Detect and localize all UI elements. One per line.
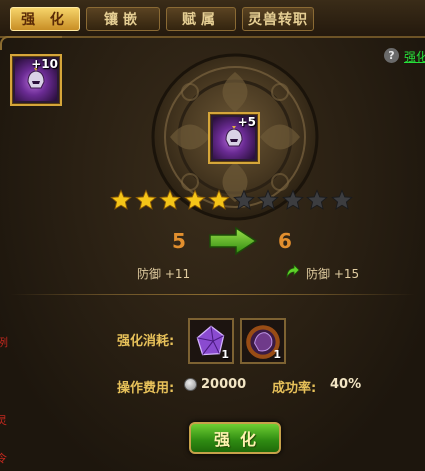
side-text: 令 [0, 452, 7, 465]
star-empty-icon [306, 189, 328, 210]
fee-value: 20000 [201, 377, 247, 392]
arrow-right-icon [209, 226, 258, 256]
next-stat: 防御 +15 [306, 267, 360, 281]
current-level: 5 [172, 229, 186, 253]
item-level: +5 [237, 115, 256, 129]
tab-bar: 强 化 镶嵌 赋属 灵兽转职 [0, 0, 425, 38]
helmet-icon [225, 126, 243, 147]
side-text: 例 [0, 336, 8, 349]
star-empty-icon [281, 189, 304, 210]
star-empty-icon [330, 189, 353, 210]
up-arrow-icon [286, 264, 300, 279]
star-filled-icon [208, 189, 230, 210]
star-filled-icon [110, 189, 132, 210]
equipped-item-slot[interactable]: +10 [10, 54, 62, 106]
star-filled-icon [134, 189, 157, 210]
star-rating [110, 189, 355, 211]
material-quantity: 1 [221, 348, 229, 361]
cost-label: 强化消耗: [117, 334, 175, 349]
fee-label: 操作费用: [117, 381, 175, 396]
enhance-button[interactable]: 强化 [189, 422, 281, 454]
target-item-slot[interactable]: +5 [208, 112, 260, 164]
star-filled-icon [159, 189, 181, 210]
divider [10, 294, 415, 295]
panel-corner-ornament [0, 36, 62, 50]
item-level: +10 [31, 57, 58, 71]
star-empty-icon [232, 189, 255, 210]
material-quantity: 1 [273, 348, 281, 361]
current-stat: 防御 +11 [137, 267, 191, 281]
next-level: 6 [278, 229, 292, 253]
star-filled-icon [183, 189, 206, 210]
success-rate-value: 40% [330, 377, 362, 392]
success-rate-label: 成功率: [272, 381, 317, 396]
help-link[interactable]: 强化 [404, 48, 425, 65]
helmet-icon [27, 68, 45, 89]
tab-enhance[interactable]: 强 化 [10, 7, 80, 31]
star-empty-icon [257, 189, 279, 210]
side-text: 灵 [0, 414, 7, 427]
tab-pet-transfer[interactable]: 灵兽转职 [242, 7, 314, 31]
material-slot[interactable]: 1 [188, 318, 234, 364]
question-icon[interactable]: ? [384, 48, 399, 63]
tab-attribute[interactable]: 赋属 [166, 7, 236, 31]
material-slot[interactable]: 1 [240, 318, 286, 364]
tab-inlay[interactable]: 镶嵌 [86, 7, 160, 31]
silver-coin-icon [184, 378, 197, 391]
